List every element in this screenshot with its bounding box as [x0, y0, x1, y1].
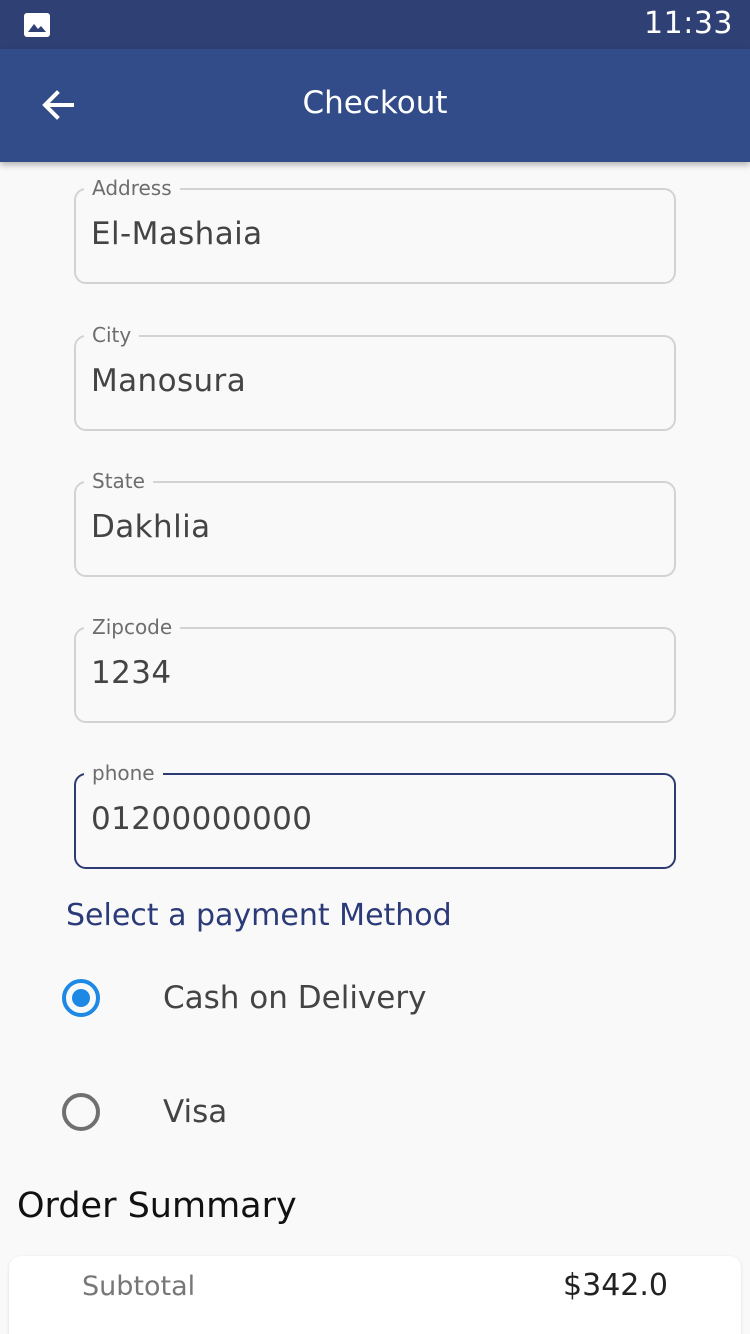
city-field[interactable]: City Manosura — [74, 322, 676, 431]
address-field[interactable]: Address El-Mashaia — [74, 175, 676, 284]
order-summary-card: Subtotal $342.0 — [9, 1256, 741, 1334]
status-time: 11:33 — [644, 6, 733, 41]
address-value: El-Mashaia — [91, 216, 263, 252]
visa-label[interactable]: Visa — [163, 1094, 227, 1130]
zipcode-field[interactable]: Zipcode 1234 — [74, 614, 676, 723]
state-field[interactable]: State Dakhlia — [74, 468, 676, 577]
city-label: City — [84, 322, 140, 348]
visa-radio[interactable] — [62, 1093, 100, 1131]
state-label: State — [84, 468, 153, 494]
image-icon — [24, 13, 50, 37]
state-value: Dakhlia — [91, 509, 211, 545]
app-bar: Checkout — [0, 49, 750, 162]
cash-on-delivery-label[interactable]: Cash on Delivery — [163, 980, 426, 1016]
subtotal-value: $342.0 — [563, 1268, 668, 1303]
phone-label: phone — [84, 760, 163, 786]
order-summary-title: Order Summary — [17, 1186, 297, 1226]
zipcode-value: 1234 — [91, 655, 172, 691]
phone-field[interactable]: phone 01200000000 — [74, 760, 676, 869]
address-label: Address — [84, 175, 180, 201]
page-title: Checkout — [302, 85, 448, 121]
zipcode-label: Zipcode — [84, 614, 181, 640]
payment-method-title: Select a payment Method — [66, 898, 452, 933]
status-bar: 11:33 — [0, 0, 750, 49]
phone-value: 01200000000 — [91, 801, 313, 837]
subtotal-label: Subtotal — [82, 1271, 196, 1302]
city-value: Manosura — [91, 363, 247, 399]
cash-on-delivery-radio[interactable] — [62, 979, 100, 1017]
